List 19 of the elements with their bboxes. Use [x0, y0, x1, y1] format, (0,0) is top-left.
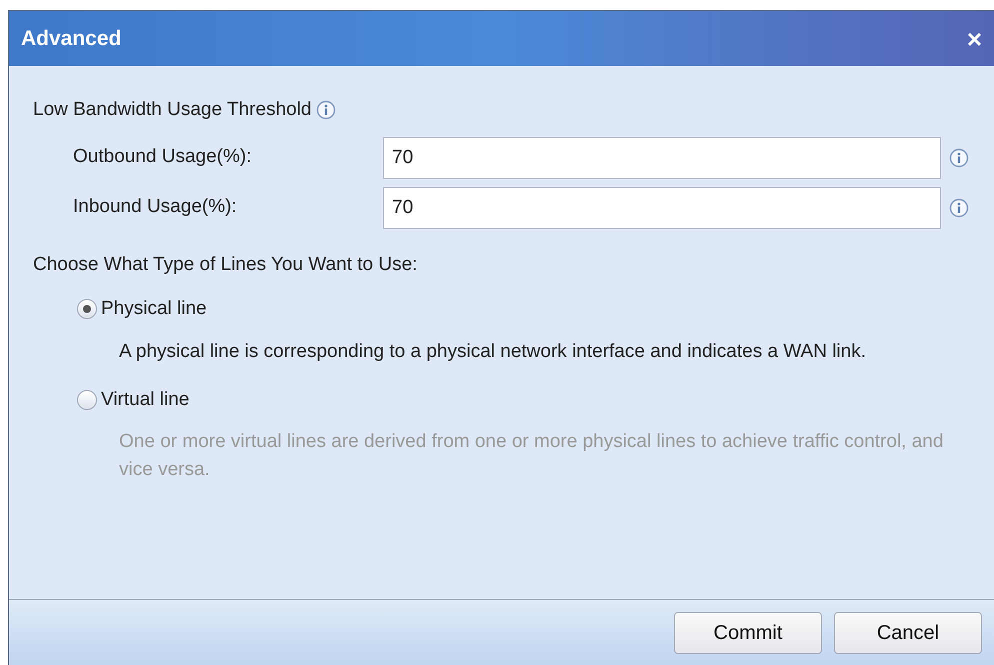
radio-button[interactable] — [77, 390, 97, 410]
input-field[interactable]: 70 — [383, 136, 941, 178]
radio-button[interactable] — [77, 299, 97, 320]
radio-label[interactable]: Virtual line — [101, 386, 190, 414]
dialog-button[interactable]: Commit — [674, 612, 822, 654]
info-icon[interactable] — [949, 198, 969, 218]
dialog-button[interactable]: Cancel — [834, 612, 982, 654]
input-field[interactable]: 70 — [383, 186, 941, 228]
field-label: Inbound Usage(%): — [73, 195, 238, 220]
section-heading: Choose What Type of Lines You Want to Use: — [33, 252, 418, 276]
field-label: Outbound Usage(%): — [73, 145, 252, 170]
close-button[interactable]: × — [966, 26, 982, 52]
option-description: One or more virtual lines are derived from one or more physical lines to achieve traffic control, and vice versa. — [118, 430, 944, 482]
info-icon[interactable] — [949, 148, 969, 168]
info-icon[interactable] — [316, 100, 336, 120]
option-description: A physical line is corresponding to a physical network interface and indicates a WAN link. — [118, 340, 868, 364]
radio-label[interactable]: Physical line — [101, 295, 207, 324]
section-heading: Low Bandwidth Usage Threshold — [33, 98, 312, 122]
window-title: Advanced — [21, 26, 122, 52]
